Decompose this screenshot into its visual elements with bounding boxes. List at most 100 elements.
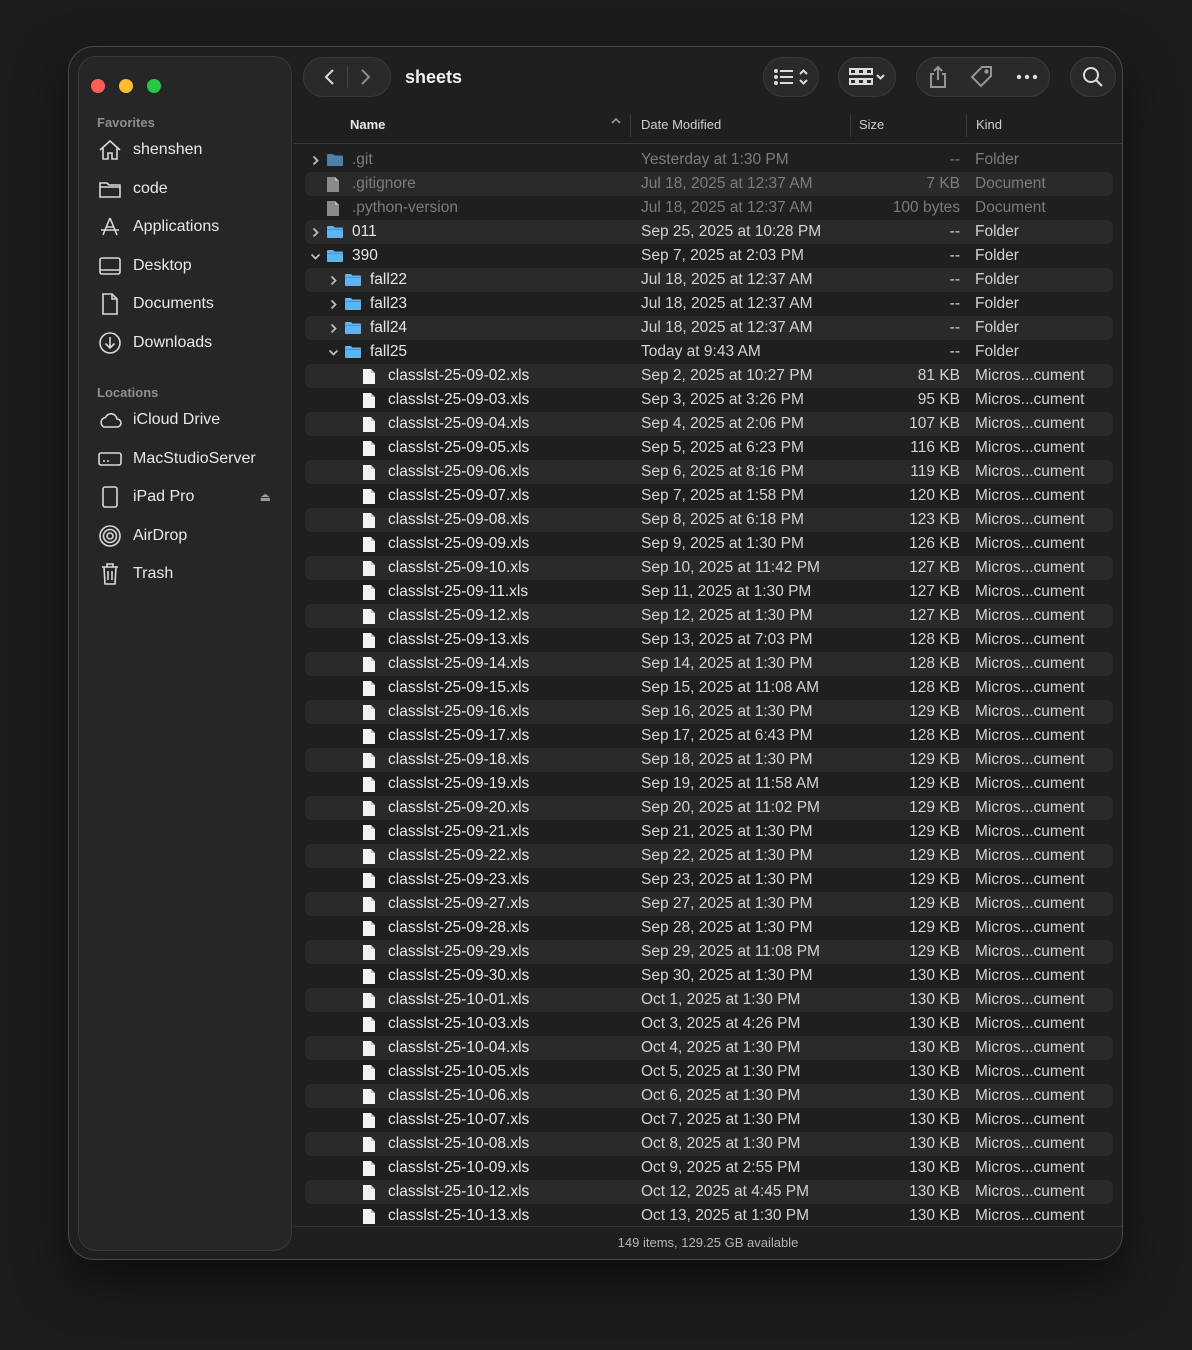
sidebar: Favorites shenshen code Applications Deskto… bbox=[78, 56, 292, 1251]
row-name-cell: classlst-25-10-05.xls bbox=[305, 1063, 674, 1081]
chevron-right-icon[interactable] bbox=[326, 275, 340, 286]
file-size: -- bbox=[949, 151, 960, 168]
file-row[interactable]: classlst-25-09-13.xls Sep 13, 2025 at 7:0… bbox=[305, 628, 1113, 652]
date-modified: Sep 21, 2025 at 1:30 PM bbox=[641, 823, 813, 840]
file-row[interactable]: classlst-25-09-09.xls Sep 9, 2025 at 1:30… bbox=[305, 532, 1113, 556]
file-name: 390 bbox=[352, 247, 378, 264]
file-row[interactable]: classlst-25-10-03.xls Oct 3, 2025 at 4:26… bbox=[305, 1012, 1113, 1036]
file-row[interactable]: classlst-25-09-05.xls Sep 5, 2025 at 6:23… bbox=[305, 436, 1113, 460]
file-size: 128 KB bbox=[909, 679, 960, 696]
file-row[interactable]: classlst-25-09-18.xls Sep 18, 2025 at 1:3… bbox=[305, 748, 1113, 772]
sidebar-item-airdrop[interactable]: AirDrop bbox=[97, 521, 277, 551]
sidebar-item-ipad-pro[interactable]: iPad Pro ⏏ bbox=[97, 482, 277, 512]
file-row[interactable]: classlst-25-09-04.xls Sep 4, 2025 at 2:06… bbox=[305, 412, 1113, 436]
tag-button[interactable] bbox=[970, 65, 994, 89]
file-row[interactable]: classlst-25-09-16.xls Sep 16, 2025 at 1:3… bbox=[305, 700, 1113, 724]
file-kind: Micros...cument bbox=[975, 703, 1085, 720]
file-row[interactable]: classlst-25-09-06.xls Sep 6, 2025 at 8:16… bbox=[305, 460, 1113, 484]
folder-row[interactable]: fall22 Jul 18, 2025 at 12:37 AM -- Folder bbox=[305, 268, 1113, 292]
file-row[interactable]: classlst-25-09-14.xls Sep 14, 2025 at 1:3… bbox=[305, 652, 1113, 676]
folder-row[interactable]: .git Yesterday at 1:30 PM -- Folder bbox=[305, 148, 1113, 172]
file-row[interactable]: classlst-25-10-13.xls Oct 13, 2025 at 1:3… bbox=[305, 1204, 1113, 1228]
file-row[interactable]: classlst-25-09-20.xls Sep 20, 2025 at 11:… bbox=[305, 796, 1113, 820]
file-size: 129 KB bbox=[909, 799, 960, 816]
sidebar-item-code[interactable]: code bbox=[97, 174, 277, 204]
file-row[interactable]: classlst-25-09-21.xls Sep 21, 2025 at 1:3… bbox=[305, 820, 1113, 844]
chevron-down-icon[interactable] bbox=[326, 347, 340, 358]
close-button[interactable] bbox=[91, 79, 105, 93]
file-row[interactable]: classlst-25-09-29.xls Sep 29, 2025 at 11:… bbox=[305, 940, 1113, 964]
file-size: -- bbox=[949, 271, 960, 288]
eject-icon[interactable]: ⏏ bbox=[260, 490, 271, 504]
column-size[interactable]: Size bbox=[859, 117, 884, 132]
file-row[interactable]: classlst-25-10-08.xls Oct 8, 2025 at 1:30… bbox=[305, 1132, 1113, 1156]
column-name[interactable]: Name bbox=[350, 117, 385, 132]
file-row[interactable]: classlst-25-09-17.xls Sep 17, 2025 at 6:4… bbox=[305, 724, 1113, 748]
file-name: classlst-25-10-07.xls bbox=[388, 1111, 530, 1128]
chevron-left-icon bbox=[324, 69, 334, 85]
minimize-button[interactable] bbox=[119, 79, 133, 93]
file-row[interactable]: classlst-25-09-11.xls Sep 11, 2025 at 1:3… bbox=[305, 580, 1113, 604]
file-row[interactable]: classlst-25-10-06.xls Oct 6, 2025 at 1:30… bbox=[305, 1084, 1113, 1108]
chevron-right-icon[interactable] bbox=[326, 299, 340, 310]
file-name: classlst-25-10-04.xls bbox=[388, 1039, 530, 1056]
row-name-cell: classlst-25-09-13.xls bbox=[305, 631, 674, 649]
file-name: classlst-25-09-14.xls bbox=[388, 655, 530, 672]
chevron-right-icon[interactable] bbox=[308, 155, 322, 166]
sidebar-item-desktop[interactable]: Desktop bbox=[97, 251, 277, 281]
file-row[interactable]: classlst-25-10-07.xls Oct 7, 2025 at 1:30… bbox=[305, 1108, 1113, 1132]
back-button[interactable] bbox=[323, 68, 337, 86]
file-row[interactable]: classlst-25-09-23.xls Sep 23, 2025 at 1:3… bbox=[305, 868, 1113, 892]
column-date-modified[interactable]: Date Modified bbox=[641, 117, 721, 132]
folder-row[interactable]: 011 Sep 25, 2025 at 10:28 PM -- Folder bbox=[305, 220, 1113, 244]
file-row[interactable]: classlst-25-09-30.xls Sep 30, 2025 at 1:3… bbox=[305, 964, 1113, 988]
folder-row[interactable]: 390 Sep 7, 2025 at 2:03 PM -- Folder bbox=[305, 244, 1113, 268]
column-kind[interactable]: Kind bbox=[976, 117, 1002, 132]
spreadsheet-file-icon bbox=[362, 584, 380, 600]
file-row[interactable]: classlst-25-09-19.xls Sep 19, 2025 at 11:… bbox=[305, 772, 1113, 796]
file-row[interactable]: classlst-25-09-03.xls Sep 3, 2025 at 3:26… bbox=[305, 388, 1113, 412]
file-row[interactable]: classlst-25-09-28.xls Sep 28, 2025 at 1:3… bbox=[305, 916, 1113, 940]
sidebar-item-shenshen[interactable]: shenshen bbox=[97, 135, 277, 165]
file-row[interactable]: classlst-25-09-27.xls Sep 27, 2025 at 1:3… bbox=[305, 892, 1113, 916]
chevron-right-icon[interactable] bbox=[308, 227, 322, 238]
file-row[interactable]: classlst-25-10-12.xls Oct 12, 2025 at 4:4… bbox=[305, 1180, 1113, 1204]
group-button[interactable] bbox=[838, 57, 896, 97]
view-options-button[interactable] bbox=[763, 57, 819, 97]
file-row[interactable]: classlst-25-10-05.xls Oct 5, 2025 at 1:30… bbox=[305, 1060, 1113, 1084]
sidebar-item-icloud-drive[interactable]: iCloud Drive bbox=[97, 405, 277, 435]
forward-button[interactable] bbox=[358, 68, 372, 86]
file-row[interactable]: classlst-25-09-07.xls Sep 7, 2025 at 1:58… bbox=[305, 484, 1113, 508]
file-row[interactable]: classlst-25-10-09.xls Oct 9, 2025 at 2:55… bbox=[305, 1156, 1113, 1180]
sidebar-item-applications[interactable]: Applications bbox=[97, 212, 277, 242]
file-row[interactable]: classlst-25-10-04.xls Oct 4, 2025 at 1:30… bbox=[305, 1036, 1113, 1060]
file-name: classlst-25-09-10.xls bbox=[388, 559, 530, 576]
sidebar-item-documents[interactable]: Documents bbox=[97, 289, 277, 319]
sidebar-item-trash[interactable]: Trash bbox=[97, 559, 277, 589]
file-row[interactable]: classlst-25-09-22.xls Sep 22, 2025 at 1:3… bbox=[305, 844, 1113, 868]
folder-icon bbox=[344, 296, 362, 312]
chevron-right-icon[interactable] bbox=[326, 323, 340, 334]
date-modified: Sep 7, 2025 at 1:58 PM bbox=[641, 487, 804, 504]
date-modified: Oct 5, 2025 at 1:30 PM bbox=[641, 1063, 801, 1080]
file-row[interactable]: classlst-25-09-08.xls Sep 8, 2025 at 6:18… bbox=[305, 508, 1113, 532]
file-row[interactable]: .gitignore Jul 18, 2025 at 12:37 AM 7 KB Do… bbox=[305, 172, 1113, 196]
file-row[interactable]: classlst-25-09-10.xls Sep 10, 2025 at 11:… bbox=[305, 556, 1113, 580]
file-row[interactable]: classlst-25-10-01.xls Oct 1, 2025 at 1:30… bbox=[305, 988, 1113, 1012]
sidebar-item-downloads[interactable]: Downloads bbox=[97, 328, 277, 358]
chevron-down-icon[interactable] bbox=[308, 251, 322, 262]
share-button[interactable] bbox=[928, 65, 948, 89]
file-row[interactable]: classlst-25-09-02.xls Sep 2, 2025 at 10:2… bbox=[305, 364, 1113, 388]
folder-row[interactable]: fall24 Jul 18, 2025 at 12:37 AM -- Folder bbox=[305, 316, 1113, 340]
file-row[interactable]: classlst-25-09-12.xls Sep 12, 2025 at 1:3… bbox=[305, 604, 1113, 628]
folder-row[interactable]: fall23 Jul 18, 2025 at 12:37 AM -- Folder bbox=[305, 292, 1113, 316]
search-button[interactable] bbox=[1070, 57, 1116, 97]
file-row[interactable]: .python-version Jul 18, 2025 at 12:37 AM 1… bbox=[305, 196, 1113, 220]
sidebar-item-macstudioserver[interactable]: MacStudioServer bbox=[97, 444, 277, 474]
folder-row[interactable]: fall25 Today at 9:43 AM -- Folder bbox=[305, 340, 1113, 364]
file-size: 130 KB bbox=[909, 1207, 960, 1224]
folder-icon bbox=[326, 224, 344, 240]
zoom-button[interactable] bbox=[147, 79, 161, 93]
file-row[interactable]: classlst-25-09-15.xls Sep 15, 2025 at 11:… bbox=[305, 676, 1113, 700]
more-button[interactable] bbox=[1016, 73, 1038, 81]
